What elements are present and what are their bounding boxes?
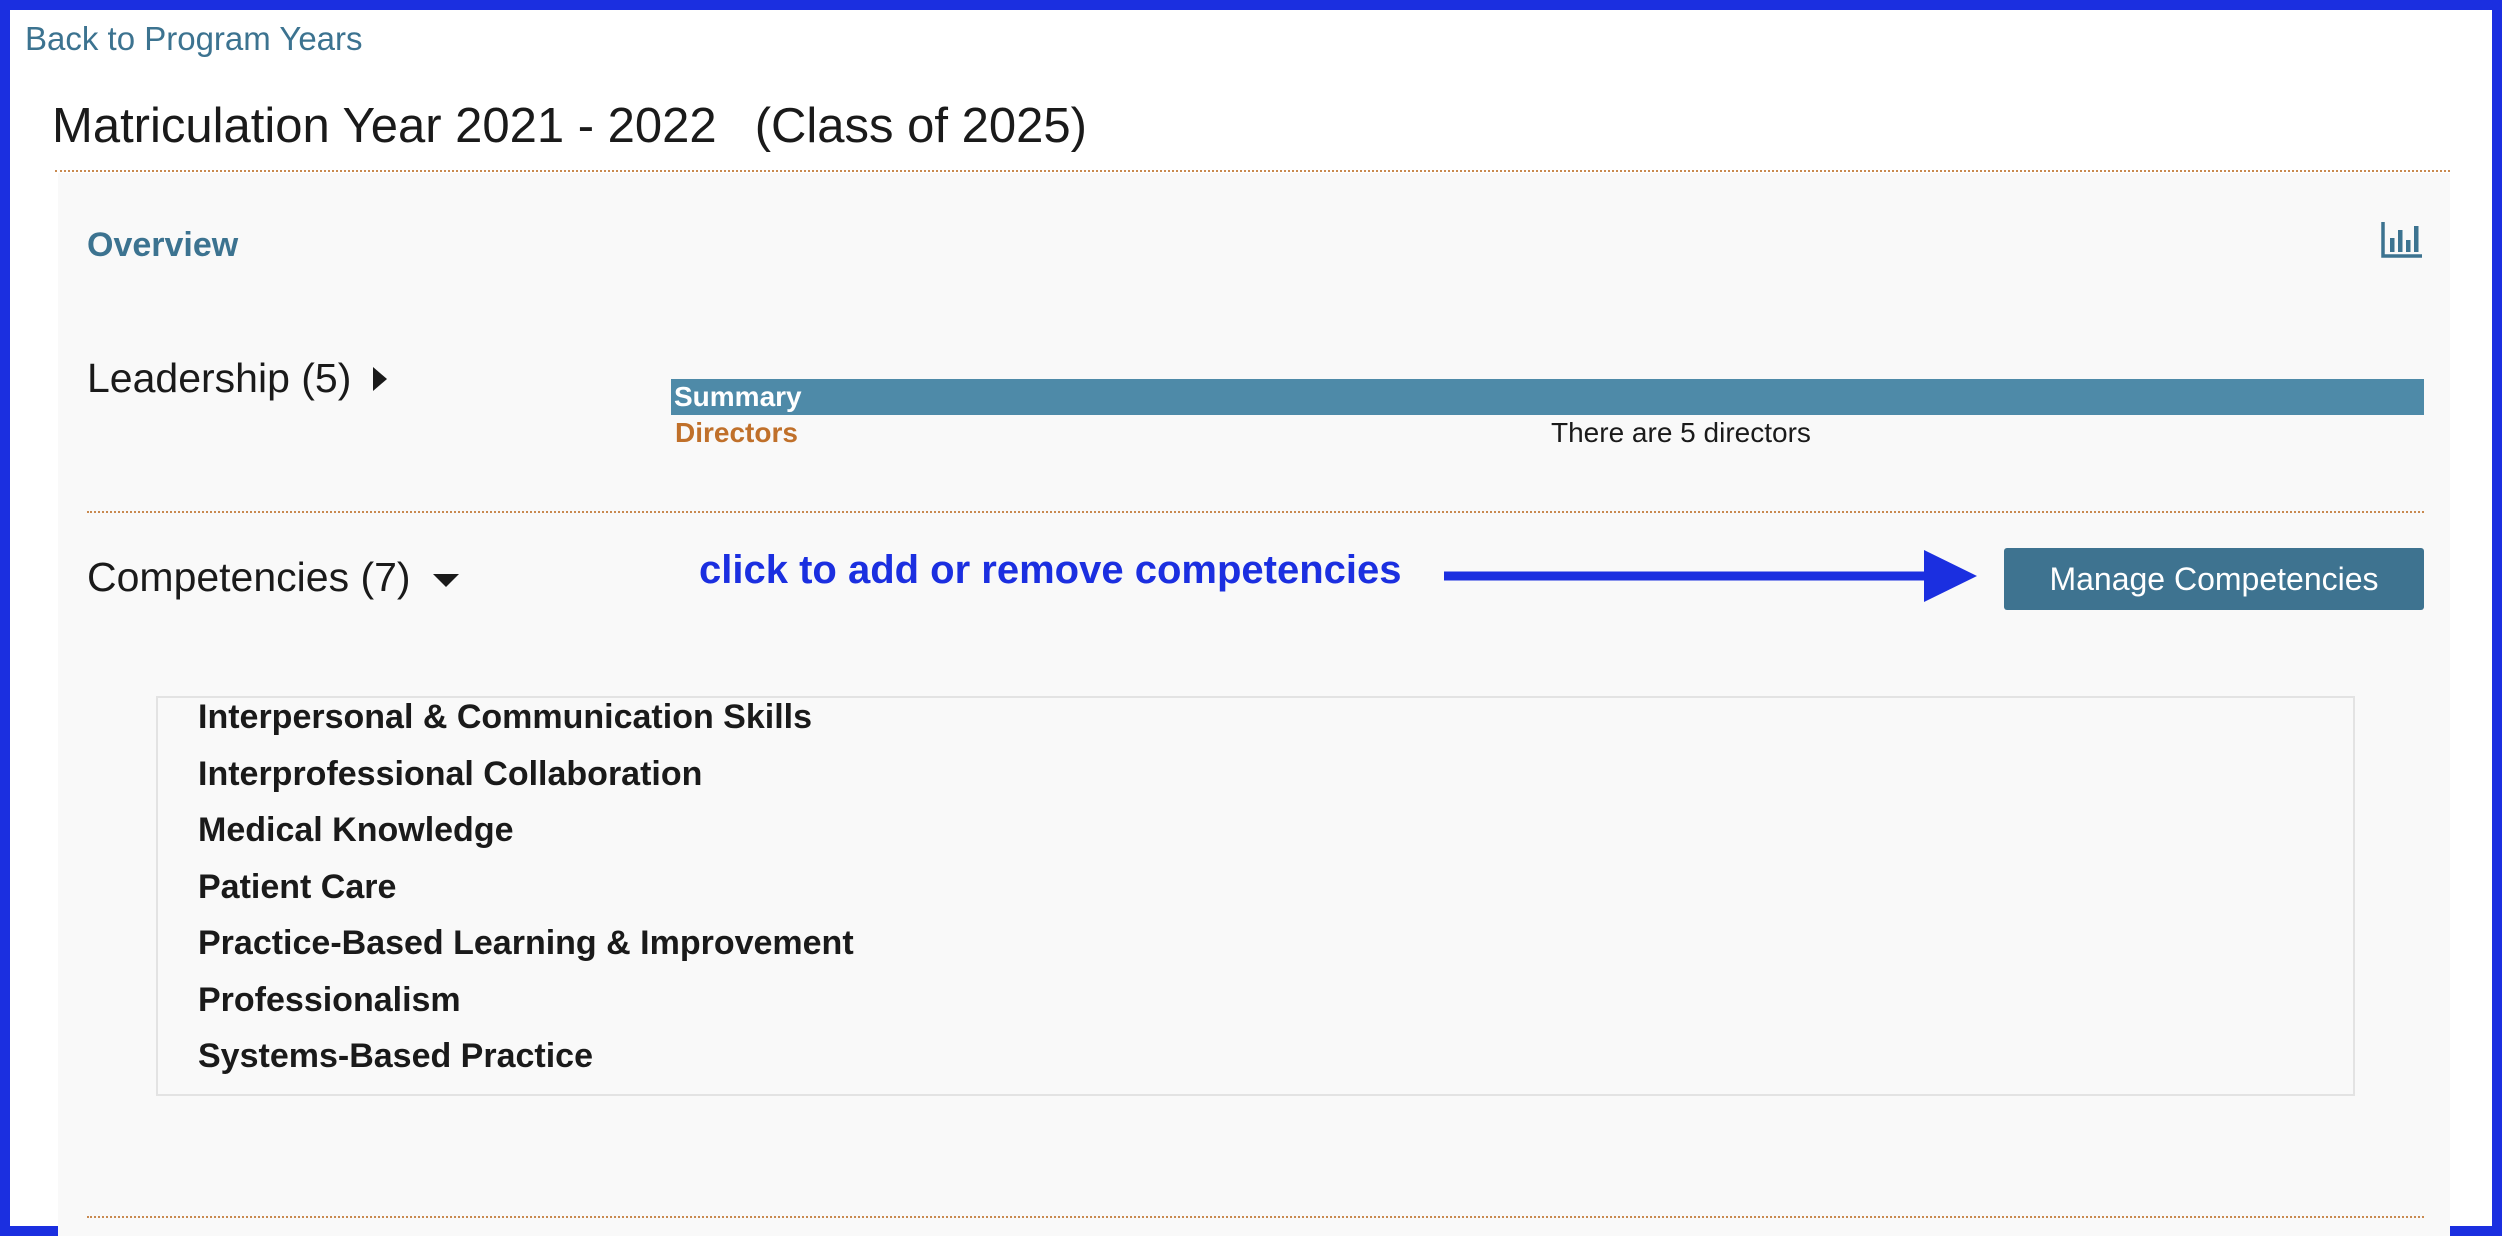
competencies-divider [87,1216,2424,1218]
directors-label: Directors [675,417,798,448]
class-of-label: (Class of 2025) [754,99,1087,153]
competencies-title: Competencies (7) [87,554,411,600]
leadership-title: Leadership (5) [87,355,352,401]
annotation-arrow-icon [1444,550,1977,602]
competencies-list: Interpersonal & Communication Skills Int… [198,698,854,1094]
matriculation-year-title: Matriculation Year 2021 - 2022 [52,99,717,153]
competencies-list-box: Interpersonal & Communication Skills Int… [156,696,2355,1096]
directors-count-text: There are 5 directors [1551,417,1811,448]
manage-competencies-button[interactable]: Manage Competencies [2004,548,2424,610]
leadership-summary-table: Summary Directors There are 5 directors [671,379,2424,455]
title-divider [55,170,2450,172]
bar-chart-icon[interactable] [2380,220,2424,260]
list-item: Interprofessional Collaboration [198,754,703,793]
leadership-toggle[interactable]: Leadership (5) [87,355,388,402]
overview-link[interactable]: Overview [87,226,238,265]
competencies-toggle[interactable]: Competencies (7) [87,554,459,601]
table-row: Directors There are 5 directors [671,415,2424,455]
list-item: Practice-Based Learning & Improvement [198,924,854,962]
list-item: Interpersonal & Communication Skills [198,698,813,736]
annotation-text: click to add or remove competencies [699,548,1402,592]
summary-header: Summary [671,379,2424,415]
list-item: Medical Knowledge [198,811,514,849]
caret-right-icon [373,366,388,391]
leadership-divider [87,511,2424,513]
list-item: Systems-Based Practice [198,1037,594,1075]
back-to-program-years-link[interactable]: Back to Program Years [25,20,363,58]
page-title: Matriculation Year 2021 - 2022 (Class of … [52,98,1087,154]
list-item: Patient Care [198,867,397,906]
list-item: Professionalism [198,980,461,1019]
caret-down-icon [432,574,459,587]
